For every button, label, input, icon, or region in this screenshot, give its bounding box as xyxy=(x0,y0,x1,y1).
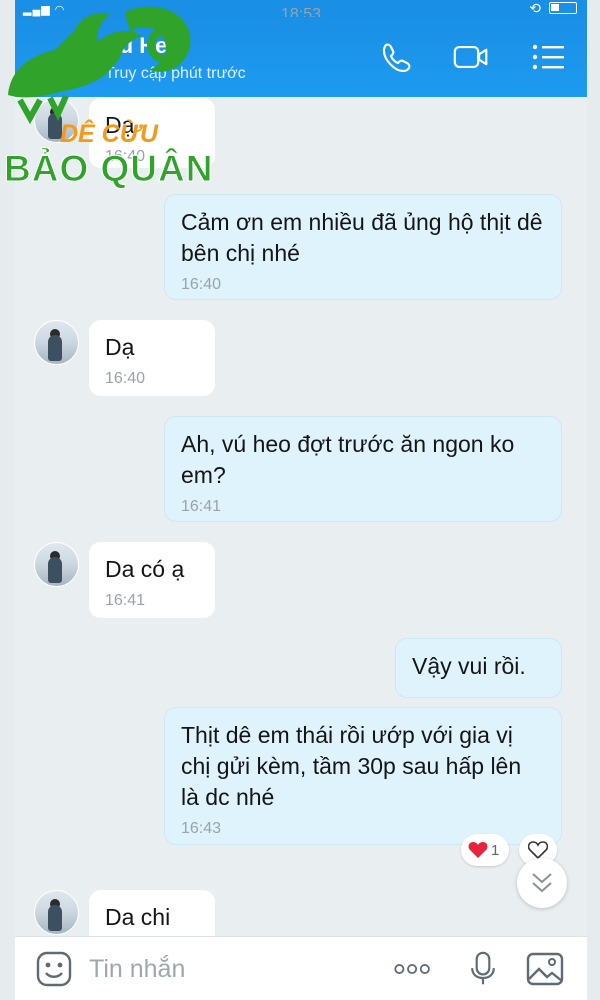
message-text: Dạ xyxy=(105,334,135,360)
contact-avatar[interactable] xyxy=(34,890,79,935)
outgoing-message[interactable]: Vậy vui rồi. xyxy=(395,638,562,698)
more-options-icon[interactable] xyxy=(393,951,433,987)
outgoing-message[interactable]: Cảm ơn em nhiều đã ủng hộ thịt dê bên ch… xyxy=(164,194,562,300)
sticker-emoji-icon[interactable] xyxy=(35,951,75,987)
outgoing-message[interactable]: Ah, vú heo đợt trước ăn ngon ko em? 16:4… xyxy=(164,416,562,522)
message-input[interactable]: Tin nhắn xyxy=(89,955,185,984)
phone-call-icon[interactable] xyxy=(379,41,415,73)
battery-icon xyxy=(549,2,577,14)
message-text: Da chi xyxy=(105,904,171,930)
scroll-to-bottom-button[interactable] xyxy=(517,858,567,908)
message-text: Thịt dê em thái rồi ướp với gia vị chị g… xyxy=(181,722,522,810)
message-time: 16:40 xyxy=(181,276,222,293)
message-text: Vậy vui rồi. xyxy=(412,653,526,679)
heart-outline-icon xyxy=(528,841,548,859)
goat-logo-icon xyxy=(8,6,191,125)
microphone-icon[interactable] xyxy=(463,951,503,987)
message-text: Ah, vú heo đợt trước ăn ngon ko em? xyxy=(181,431,515,488)
double-chevron-down-icon xyxy=(532,873,552,893)
reaction-count: 1 xyxy=(491,842,500,859)
message-text: Da có ạ xyxy=(105,556,185,582)
video-call-icon[interactable] xyxy=(453,41,489,73)
heart-reaction-count[interactable]: 1 xyxy=(461,834,509,866)
brand-logo-watermark: DÊ CỪU BẢO QUÂN xyxy=(0,0,215,190)
incoming-message[interactable]: Dạ 16:40 xyxy=(89,320,215,396)
menu-list-icon[interactable] xyxy=(531,41,567,73)
image-gallery-icon[interactable] xyxy=(525,951,565,987)
message-input-bar: Tin nhắn xyxy=(15,936,587,1000)
contact-avatar[interactable] xyxy=(34,542,79,587)
contact-avatar[interactable] xyxy=(34,320,79,365)
message-time: 16:41 xyxy=(105,592,146,609)
incoming-message[interactable]: Da có ạ 16:41 xyxy=(89,542,215,618)
outgoing-message[interactable]: Thịt dê em thái rồi ướp với gia vị chị g… xyxy=(164,707,562,845)
message-time: 16:40 xyxy=(105,370,146,387)
rotation-lock-icon: ⟲ xyxy=(529,0,541,16)
heart-icon xyxy=(468,842,488,858)
logo-text-line2: BẢO QUÂN xyxy=(3,148,214,190)
logo-text-line1: DÊ CỪU xyxy=(60,120,158,148)
message-text: Cảm ơn em nhiều đã ủng hộ thịt dê bên ch… xyxy=(181,209,543,266)
message-time: 16:41 xyxy=(181,498,222,515)
